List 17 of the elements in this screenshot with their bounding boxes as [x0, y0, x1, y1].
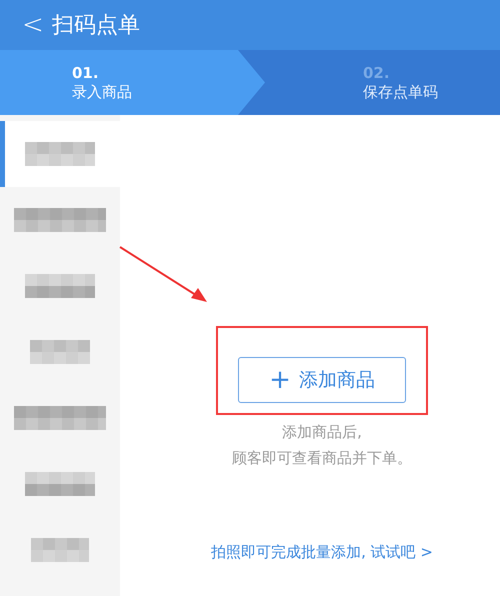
add-product-button[interactable]: + 添加商品 [238, 357, 406, 403]
screen-title: 扫码点单 [52, 12, 140, 40]
step-number: 01. [72, 64, 100, 82]
step-label: 保存点单码 [363, 82, 439, 102]
batch-add-link[interactable]: 拍照即可完成批量添加, 试试吧 > [211, 541, 433, 564]
pixelated-label [31, 538, 89, 562]
step-tab[interactable]: 01. 录入商品 [0, 50, 265, 115]
pixelated-label [25, 472, 95, 496]
step-label: 录入商品 [72, 82, 133, 102]
category-item[interactable] [0, 121, 120, 187]
hint-text: 添加商品后, [282, 422, 362, 443]
pixelated-label [25, 274, 95, 298]
back-button[interactable]: < [22, 12, 44, 38]
step-number: 02. [363, 64, 391, 82]
pixelated-label [25, 142, 95, 166]
pixelated-label [30, 340, 90, 364]
hint-text: 顾客即可查看商品并下单。 [232, 448, 412, 469]
